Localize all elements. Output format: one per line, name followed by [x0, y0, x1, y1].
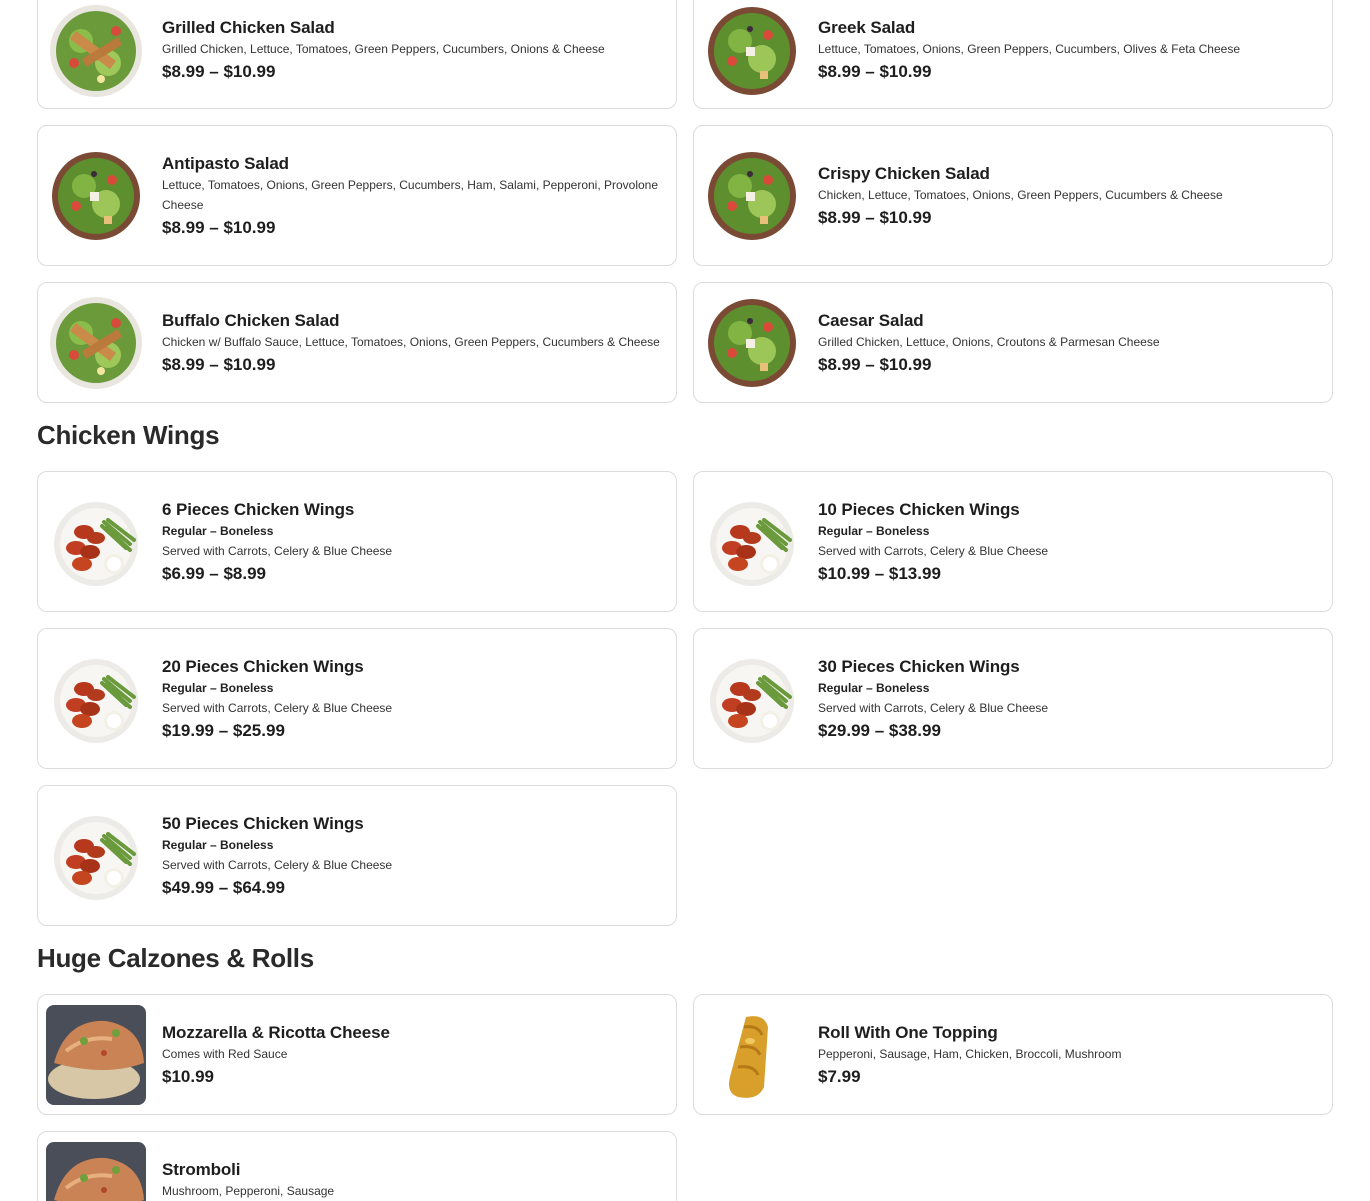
item-description: Grilled Chicken, Lettuce, Onions, Crouto…: [818, 335, 1160, 349]
item-name: Mozzarella & Ricotta Cheese: [162, 1023, 390, 1042]
item-description: Served with Carrots, Celery & Blue Chees…: [818, 544, 1049, 558]
item-options: Regular – Boneless: [162, 524, 274, 538]
item-price: $29.99 – $38.99: [818, 721, 941, 740]
chicken-wings-icon: [46, 492, 146, 592]
item-price: $10.99 – $13.99: [818, 564, 941, 583]
item-price: $8.99 – $10.99: [818, 62, 932, 81]
menu-item-card[interactable]: Greek Salad Lettuce, Tomatoes, Onions, G…: [693, 0, 1333, 109]
chicken-wings-icon: [702, 492, 802, 592]
item-name: Stromboli: [162, 1160, 241, 1179]
item-price: $8.99 – $10.99: [818, 208, 932, 227]
item-description: Chicken, Lettuce, Tomatoes, Onions, Gree…: [818, 188, 1223, 202]
salad-bowl-icon: [702, 293, 802, 393]
menu-item-card[interactable]: 20 Pieces Chicken Wings Regular – Bonele…: [37, 628, 677, 769]
item-description: Chicken w/ Buffalo Sauce, Lettuce, Tomat…: [162, 335, 660, 349]
salad-plate-icon: [46, 293, 146, 393]
item-name: Buffalo Chicken Salad: [162, 311, 340, 330]
salad-bowl-icon: [702, 146, 802, 246]
chicken-wings-icon: [702, 649, 802, 749]
calzone-icon: [46, 1142, 146, 1201]
calzone-icon: [46, 1005, 146, 1105]
item-description: Grilled Chicken, Lettuce, Tomatoes, Gree…: [162, 42, 605, 56]
item-description: Lettuce, Tomatoes, Onions, Green Peppers…: [818, 42, 1240, 56]
menu-item-card[interactable]: Buffalo Chicken Salad Chicken w/ Buffalo…: [37, 282, 677, 403]
menu-item-card[interactable]: 50 Pieces Chicken Wings Regular – Bonele…: [37, 785, 677, 926]
menu-item-card[interactable]: Mozzarella & Ricotta Cheese Comes with R…: [37, 994, 677, 1115]
item-price: $8.99 – $10.99: [162, 355, 276, 374]
menu-item-card[interactable]: Grilled Chicken Salad Grilled Chicken, L…: [37, 0, 677, 109]
salad-bowl-icon: [702, 1, 802, 101]
item-name: 50 Pieces Chicken Wings: [162, 814, 364, 833]
section-title: Huge Calzones & Rolls: [37, 943, 314, 973]
item-description: Served with Carrots, Celery & Blue Chees…: [162, 858, 393, 872]
item-name: Antipasto Salad: [162, 154, 289, 173]
item-price: $6.99 – $8.99: [162, 564, 266, 583]
item-price: $7.99: [818, 1067, 861, 1086]
item-name: 6 Pieces Chicken Wings: [162, 500, 355, 519]
salad-bowl-icon: [46, 146, 146, 246]
item-price: $8.99 – $10.99: [162, 62, 276, 81]
item-description: Lettuce, Tomatoes, Onions, Green Peppers…: [162, 178, 659, 212]
item-description: Served with Carrots, Celery & Blue Chees…: [162, 701, 393, 715]
item-description: Pepperoni, Sausage, Ham, Chicken, Brocco…: [818, 1047, 1122, 1061]
item-options: Regular – Boneless: [162, 681, 274, 695]
item-name: Greek Salad: [818, 18, 916, 37]
item-name: Roll With One Topping: [818, 1023, 998, 1042]
item-name: 10 Pieces Chicken Wings: [818, 500, 1020, 519]
menu-item-card[interactable]: Antipasto Salad Lettuce, Tomatoes, Onion…: [37, 125, 677, 266]
menu-item-card[interactable]: Roll With One Topping Pepperoni, Sausage…: [693, 994, 1333, 1115]
menu-item-card[interactable]: Caesar Salad Grilled Chicken, Lettuce, O…: [693, 282, 1333, 403]
menu-item-card[interactable]: Stromboli Mushroom, Pepperoni, Sausage: [37, 1131, 677, 1201]
item-price: $10.99: [162, 1067, 214, 1086]
menu-item-card[interactable]: Crispy Chicken Salad Chicken, Lettuce, T…: [693, 125, 1333, 266]
item-description: Served with Carrots, Celery & Blue Chees…: [162, 544, 393, 558]
item-description: Served with Carrots, Celery & Blue Chees…: [818, 701, 1049, 715]
item-description: Comes with Red Sauce: [162, 1047, 288, 1061]
item-price: $8.99 – $10.99: [818, 355, 932, 374]
item-description: Mushroom, Pepperoni, Sausage: [162, 1184, 335, 1198]
salad-plate-icon: [46, 1, 146, 101]
section-title: Chicken Wings: [37, 420, 220, 450]
item-price: $8.99 – $10.99: [162, 218, 276, 237]
item-price: $19.99 – $25.99: [162, 721, 285, 740]
item-options: Regular – Boneless: [818, 524, 930, 538]
item-name: Crispy Chicken Salad: [818, 164, 990, 183]
chicken-wings-icon: [46, 649, 146, 749]
item-name: Caesar Salad: [818, 311, 924, 330]
menu-item-card[interactable]: 30 Pieces Chicken Wings Regular – Bonele…: [693, 628, 1333, 769]
item-name: 20 Pieces Chicken Wings: [162, 657, 364, 676]
item-name: 30 Pieces Chicken Wings: [818, 657, 1020, 676]
menu-item-card[interactable]: 6 Pieces Chicken Wings Regular – Boneles…: [37, 471, 677, 612]
menu-item-card[interactable]: 10 Pieces Chicken Wings Regular – Bonele…: [693, 471, 1333, 612]
item-options: Regular – Boneless: [162, 838, 274, 852]
roll-icon: [702, 1005, 802, 1105]
item-options: Regular – Boneless: [818, 681, 930, 695]
item-name: Grilled Chicken Salad: [162, 18, 335, 37]
item-price: $49.99 – $64.99: [162, 878, 285, 897]
chicken-wings-icon: [46, 806, 146, 906]
